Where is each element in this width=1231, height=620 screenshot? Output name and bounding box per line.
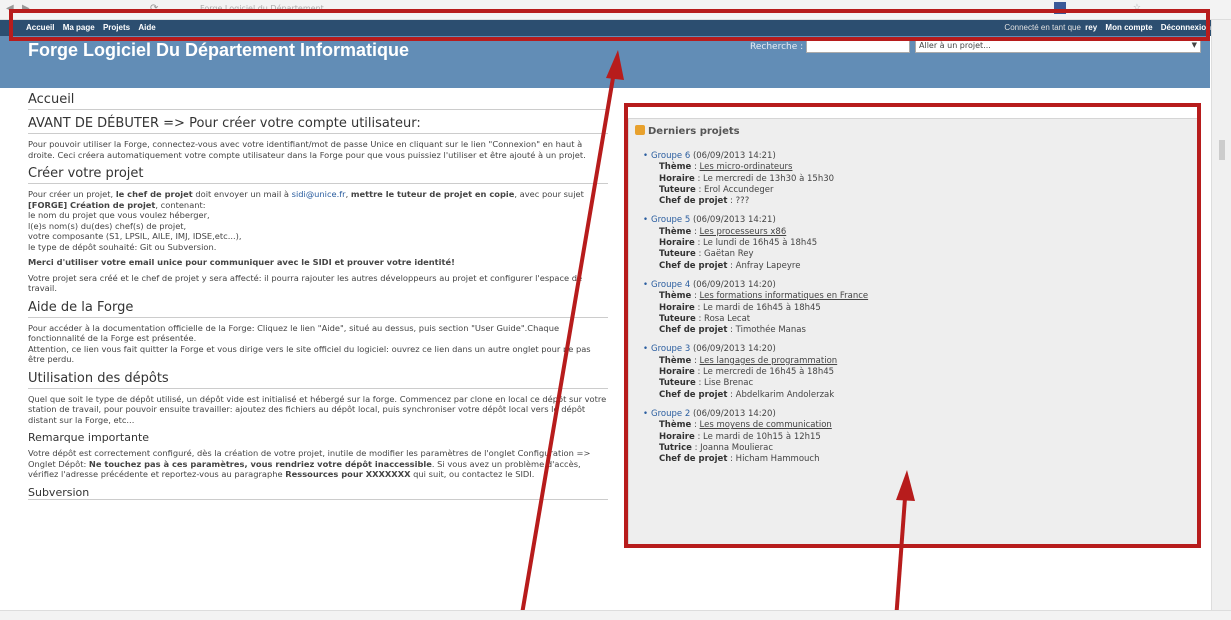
annotation-arrow-sidebar-head (896, 470, 915, 501)
annotation-arrows (519, 50, 915, 620)
annotation-arrow-top-line (519, 71, 616, 620)
browser-status-bar (0, 610, 1231, 620)
annotation-arrow-sidebar-line (894, 497, 907, 620)
annotation-arrow-top-head (606, 50, 624, 80)
